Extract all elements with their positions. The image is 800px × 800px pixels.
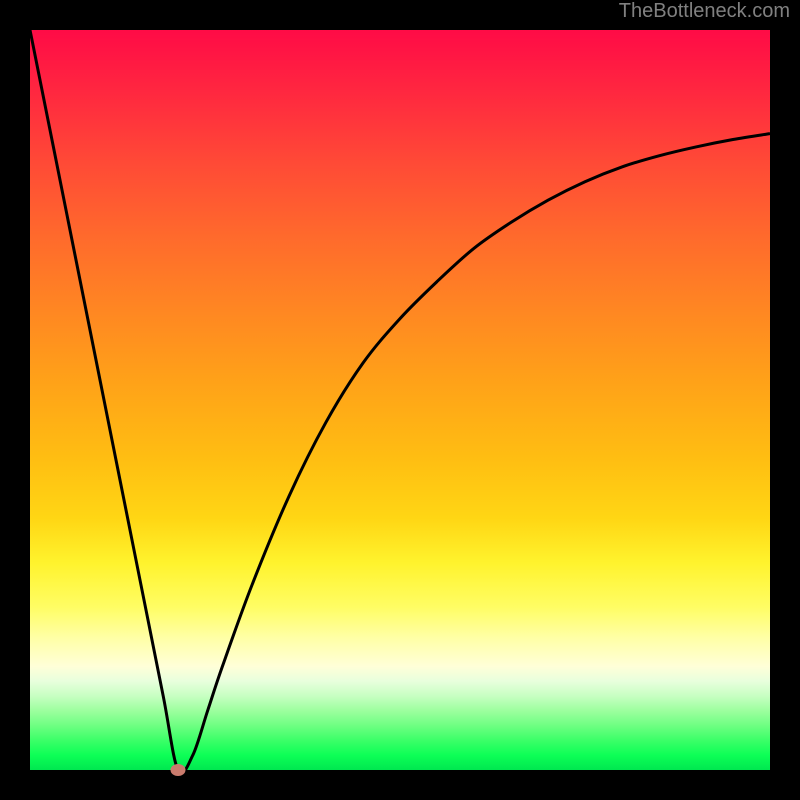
minimum-marker-dot [171, 764, 186, 776]
chart-frame: TheBottleneck.com [0, 0, 800, 800]
bottleneck-curve [30, 30, 770, 770]
curve-path [30, 30, 770, 773]
watermark-text: TheBottleneck.com [619, 0, 790, 23]
